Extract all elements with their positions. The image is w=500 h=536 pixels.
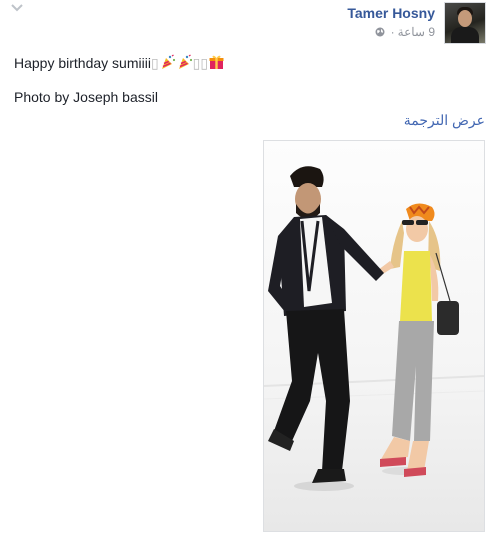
post-header: Tamer Hosny · 9 ساعة	[347, 2, 486, 44]
see-translation-link[interactable]: عرض الترجمة	[404, 112, 485, 129]
post-message: Happy birthday sumiiii▯ ▯▯ Photo by Jose…	[14, 54, 224, 122]
party-popper-icon	[178, 54, 192, 69]
chevron-down-icon[interactable]	[10, 2, 24, 14]
gift-icon	[209, 55, 224, 69]
globe-icon[interactable]	[375, 27, 385, 37]
post-subline: · 9 ساعة	[347, 25, 435, 39]
post-card: Tamer Hosny · 9 ساعة Happy birthday sumi…	[0, 0, 500, 536]
author-name[interactable]: Tamer Hosny	[347, 4, 435, 22]
post-photo[interactable]	[263, 140, 485, 532]
post-meta: Tamer Hosny · 9 ساعة	[347, 2, 435, 39]
meta-separator: ·	[390, 25, 395, 39]
party-popper-icon	[161, 54, 175, 69]
post-text-line1: Happy birthday sumiiii▯ ▯▯	[14, 54, 224, 72]
photo-image	[264, 141, 484, 531]
avatar[interactable]	[444, 2, 486, 44]
post-timestamp[interactable]: 9 ساعة	[398, 25, 435, 39]
post-text-line2: Photo by Joseph bassil	[14, 89, 158, 105]
